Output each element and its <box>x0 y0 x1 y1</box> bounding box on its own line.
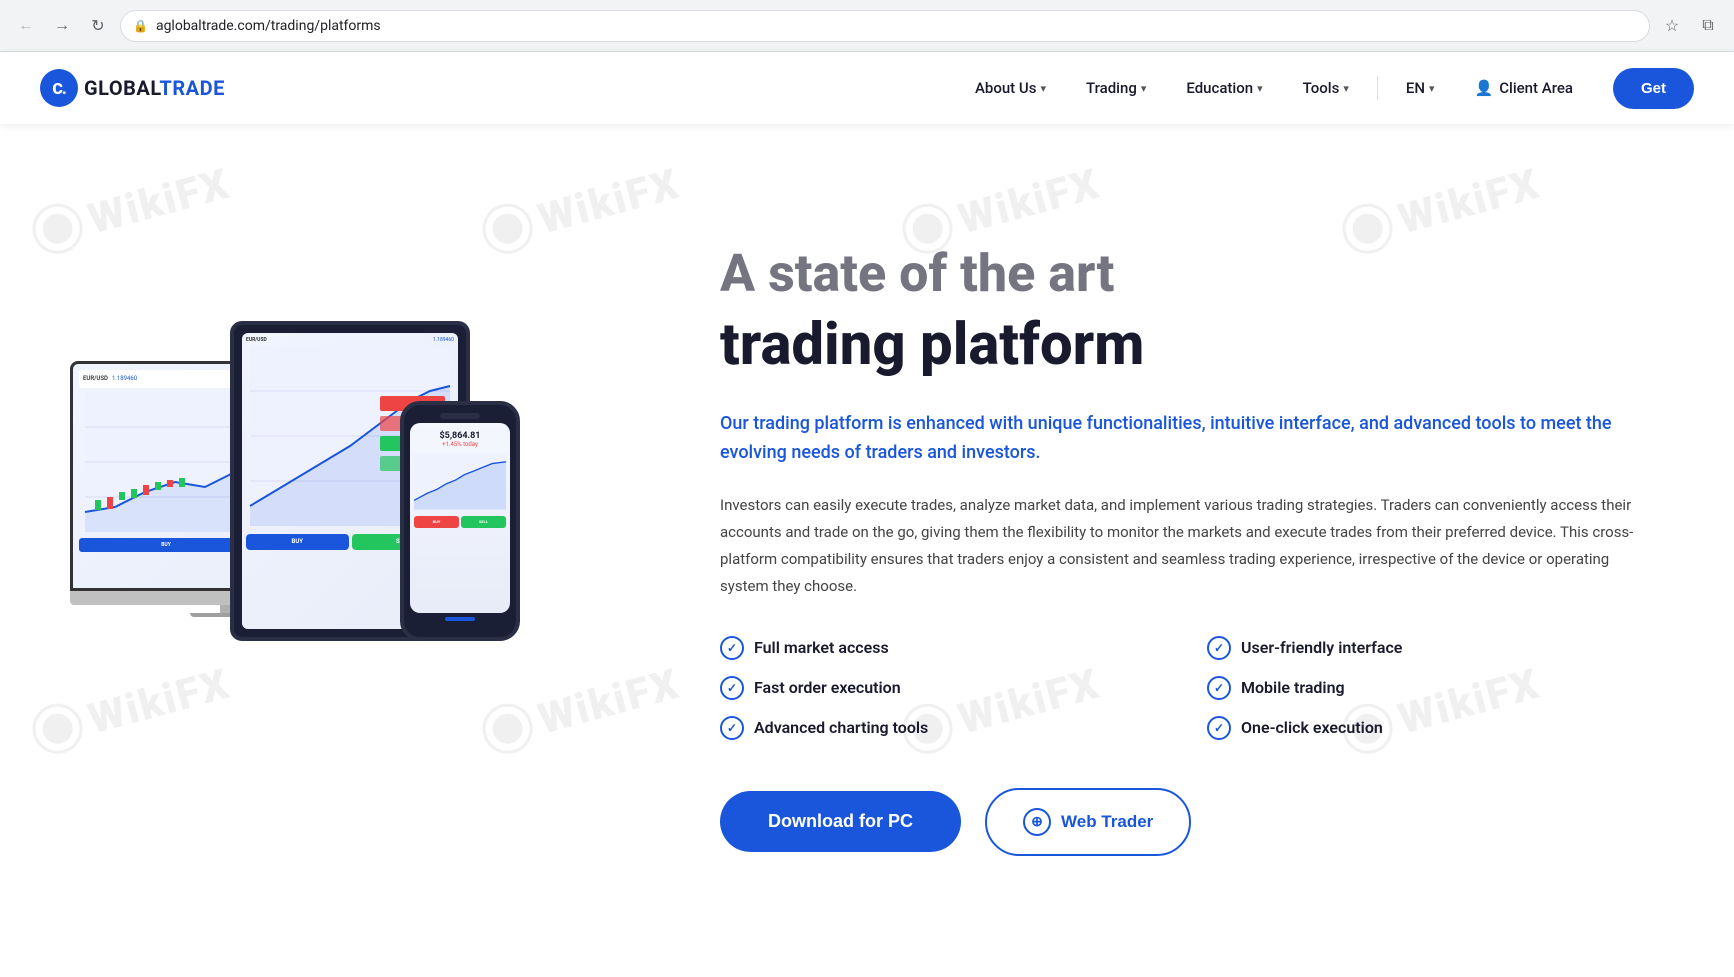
feature-check-1: ✓ <box>1207 636 1231 660</box>
check-icon-3: ✓ <box>1214 681 1224 695</box>
nav-client-area[interactable]: 👤 Client Area <box>1459 71 1589 105</box>
hero-description: Investors can easily execute trades, ana… <box>720 492 1654 600</box>
nav-education-label: Education <box>1186 79 1253 97</box>
nav-divider <box>1377 76 1378 100</box>
hero-subtitle: Our trading platform is enhanced with un… <box>720 410 1654 468</box>
phone-frame: $5,864.81 +1.45% today <box>400 401 520 641</box>
text-section: A state of the art trading platform Our … <box>640 245 1654 856</box>
logo[interactable]: C. GLOBALTRADE <box>40 69 225 107</box>
feature-label-4: Advanced charting tools <box>754 718 928 737</box>
download-pc-button[interactable]: Download for PC <box>720 791 961 852</box>
feature-item-1: ✓ User-friendly interface <box>1207 636 1654 660</box>
bookmark-button[interactable]: ☆ <box>1658 12 1686 40</box>
feature-item-0: ✓ Full market access <box>720 636 1167 660</box>
feature-item-2: ✓ Fast order execution <box>720 676 1167 700</box>
features-grid: ✓ Full market access ✓ User-friendly int… <box>720 636 1654 740</box>
phone-chart <box>414 452 506 512</box>
check-icon-0: ✓ <box>727 641 737 655</box>
feature-label-2: Fast order execution <box>754 678 901 697</box>
lock-icon: 🔒 <box>133 19 148 33</box>
webtrader-label: Web Trader <box>1061 812 1153 832</box>
check-icon-5: ✓ <box>1214 721 1224 735</box>
phone-buy-btn: BUY <box>414 516 459 528</box>
check-icon-1: ✓ <box>1214 641 1224 655</box>
lang-chevron-icon: ▾ <box>1429 82 1435 95</box>
laptop-price: 1.189460 <box>112 375 137 382</box>
feature-label-3: Mobile trading <box>1241 678 1345 697</box>
reload-button[interactable]: ↻ <box>84 12 112 40</box>
webtrader-icon: ⊕ <box>1023 808 1051 836</box>
feature-check-5: ✓ <box>1207 716 1231 740</box>
education-chevron-icon: ▾ <box>1257 82 1263 95</box>
devices-section: EUR/USD 1.189460 <box>60 301 640 801</box>
tablet-ticker: EUR/USD <box>246 337 267 343</box>
nav-lang-label: EN <box>1406 79 1425 97</box>
check-icon-4: ✓ <box>727 721 737 735</box>
nav-item-trading[interactable]: Trading ▾ <box>1070 71 1162 105</box>
check-icon-2: ✓ <box>727 681 737 695</box>
feature-item-3: ✓ Mobile trading <box>1207 676 1654 700</box>
feature-check-2: ✓ <box>720 676 744 700</box>
laptop-ticker: EUR/USD <box>83 375 108 382</box>
content-wrapper: EUR/USD 1.189460 <box>0 124 1734 977</box>
address-bar[interactable]: 🔒 aglobaltrade.com/trading/platforms <box>120 10 1650 42</box>
devices-mockup: EUR/USD 1.189460 <box>70 301 630 801</box>
browser-chrome: ← → ↻ 🔒 aglobaltrade.com/trading/platfor… <box>0 0 1734 52</box>
nav-about-label: About Us <box>975 79 1037 97</box>
back-button[interactable]: ← <box>12 12 40 40</box>
feature-check-0: ✓ <box>720 636 744 660</box>
phone-device: $5,864.81 +1.45% today <box>400 401 520 641</box>
client-area-label: Client Area <box>1499 79 1573 97</box>
get-button[interactable]: Get <box>1613 68 1694 109</box>
cta-buttons: Download for PC ⊕ Web Trader <box>720 788 1654 856</box>
logo-icon: C. <box>40 69 78 107</box>
nav-item-about[interactable]: About Us ▾ <box>959 71 1062 105</box>
heading-main: trading platform <box>720 314 1654 378</box>
nav-trading-label: Trading <box>1086 79 1137 97</box>
tablet-price: 1.189460 <box>433 337 454 343</box>
tools-chevron-icon: ▾ <box>1343 82 1349 95</box>
webtrader-button[interactable]: ⊕ Web Trader <box>985 788 1191 856</box>
nav-item-tools[interactable]: Tools ▾ <box>1287 71 1365 105</box>
nav-links: About Us ▾ Trading ▾ Education ▾ Tools ▾… <box>959 68 1694 109</box>
trading-chevron-icon: ▾ <box>1141 82 1147 95</box>
feature-label-5: One-click execution <box>1241 718 1383 737</box>
phone-sell-btn: SELL <box>461 516 506 528</box>
feature-check-4: ✓ <box>720 716 744 740</box>
feature-check-3: ✓ <box>1207 676 1231 700</box>
nav-item-education[interactable]: Education ▾ <box>1170 71 1278 105</box>
feature-label-1: User-friendly interface <box>1241 638 1402 657</box>
phone-home-indicator <box>445 617 475 621</box>
logo-text: GLOBALTRADE <box>84 76 225 100</box>
url-text: aglobaltrade.com/trading/platforms <box>156 18 1637 34</box>
about-chevron-icon: ▾ <box>1040 82 1046 95</box>
nav-tools-label: Tools <box>1303 79 1340 97</box>
nav-item-lang[interactable]: EN ▾ <box>1390 71 1451 105</box>
feature-item-5: ✓ One-click execution <box>1207 716 1654 740</box>
heading-partial: A state of the art <box>720 245 1654 302</box>
main-content: WikiFX WikiFX WikiFX WikiFX WikiFX WikiF… <box>0 124 1734 977</box>
feature-item-4: ✓ Advanced charting tools <box>720 716 1167 740</box>
phone-price-change: +1.45% today <box>414 441 506 448</box>
navbar: C. GLOBALTRADE About Us ▾ Trading ▾ Educ… <box>0 52 1734 124</box>
forward-button[interactable]: → <box>48 12 76 40</box>
client-area-icon: 👤 <box>1475 79 1494 97</box>
phone-screen: $5,864.81 +1.45% today <box>410 423 510 613</box>
tab-button[interactable]: ⧉ <box>1694 12 1722 40</box>
phone-price: $5,864.81 <box>414 431 506 441</box>
phone-notch <box>440 413 480 419</box>
feature-label-0: Full market access <box>754 638 889 657</box>
